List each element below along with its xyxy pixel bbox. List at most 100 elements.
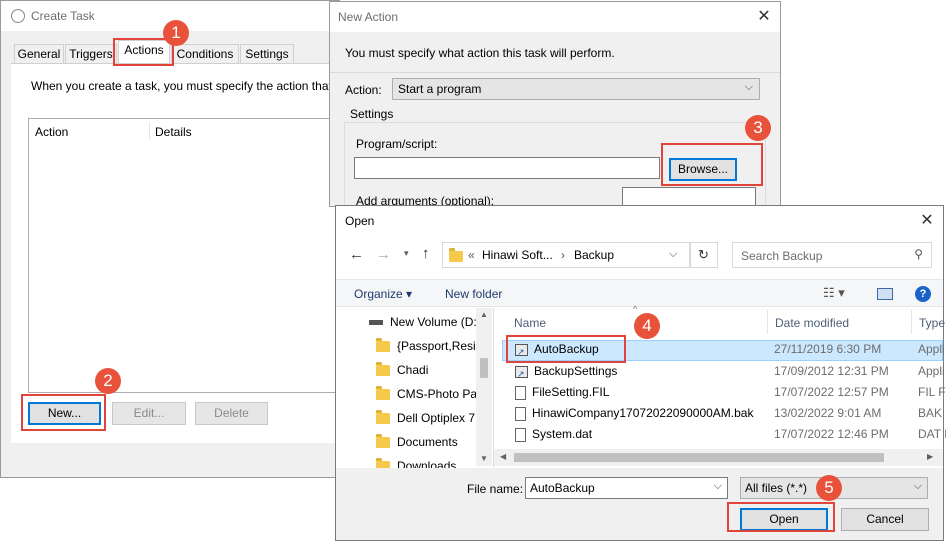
edit-button[interactable]: Edit... <box>112 402 186 425</box>
up-arrow-icon[interactable]: ↑ <box>422 245 430 262</box>
folder-icon <box>376 434 390 449</box>
open-dialog-title: Open <box>345 214 375 228</box>
column-type[interactable]: Type <box>919 316 945 330</box>
filename-label: File name: <box>467 482 524 496</box>
step-marker-1: 1 <box>163 20 189 46</box>
address-bar[interactable]: « Hinawi Soft... › Backup ⌵ <box>442 242 690 268</box>
arguments-input[interactable] <box>622 187 756 206</box>
column-name[interactable]: Name <box>514 316 546 330</box>
file-date: 27/11/2019 6:30 PM <box>774 342 882 356</box>
file-icon <box>515 427 526 442</box>
instruction-text: You must specify what action this task w… <box>345 46 615 60</box>
delete-button[interactable]: Delete <box>195 402 268 425</box>
tab-settings[interactable]: Settings <box>240 44 294 64</box>
tree-item-label: Dell Optiplex 7 <box>397 411 476 425</box>
folder-icon <box>376 386 390 401</box>
tree-item-chadi[interactable]: Chadi <box>376 360 428 380</box>
scroll-left-icon[interactable]: ◀ <box>500 452 506 461</box>
breadcrumb-part1[interactable]: Hinawi Soft... <box>482 248 553 262</box>
step-marker-3: 3 <box>745 115 771 141</box>
tab-general[interactable]: General <box>14 44 64 64</box>
refresh-button[interactable]: ↻ <box>690 242 718 268</box>
action-select-value: Start a program <box>398 82 482 96</box>
organize-button[interactable]: Organize ▾ <box>354 287 412 301</box>
scrollbar-thumb[interactable] <box>514 453 884 462</box>
actions-list[interactable]: Action Details <box>28 118 341 393</box>
tree-item-label: Chadi <box>397 363 429 377</box>
column-date[interactable]: Date modified <box>775 316 849 330</box>
file-type: FIL Fi <box>918 385 946 399</box>
tree-item-label: CMS-Photo Pa <box>397 387 478 401</box>
tree-item-downloads[interactable]: Downloads <box>376 456 456 468</box>
chevron-down-icon[interactable]: ⌵ <box>714 480 722 493</box>
back-arrow-icon[interactable]: ← <box>349 246 364 263</box>
search-placeholder: Search Backup <box>741 249 823 263</box>
new-folder-button[interactable]: New folder <box>445 287 502 301</box>
file-name: FileSetting.FIL <box>532 385 610 399</box>
list-item-system-dat[interactable]: System.dat 17/07/2022 12:46 PM DAT F <box>505 424 946 445</box>
tree-item-label: Documents <box>397 435 458 449</box>
help-icon[interactable]: ? <box>915 286 931 302</box>
action-label: Action: <box>345 83 382 97</box>
file-type: Appli <box>918 342 945 356</box>
cancel-button[interactable]: Cancel <box>841 508 929 531</box>
tree-scrollbar[interactable]: ▲ ▼ <box>476 308 492 466</box>
tab-conditions[interactable]: Conditions <box>171 44 239 64</box>
file-date: 17/07/2022 12:46 PM <box>774 427 889 441</box>
new-action-titlebar: New Action ✕ <box>330 2 780 32</box>
folder-icon <box>376 410 390 425</box>
actions-tab-highlight <box>113 38 174 66</box>
view-options-icon[interactable]: ☷ ▾ <box>823 285 845 301</box>
list-item-hinawicompany[interactable]: HinawiCompany17072022090000AM.bak 13/02/… <box>505 403 946 424</box>
breadcrumb-prefix: « <box>468 248 475 262</box>
tree-item-passport[interactable]: {Passport,Resic <box>376 336 482 356</box>
search-icon: ⚲ <box>914 247 923 261</box>
open-dialog-titlebar: Open ✕ <box>336 206 943 236</box>
folder-icon <box>376 362 390 377</box>
list-item-filesetting[interactable]: FileSetting.FIL 17/07/2022 12:57 PM FIL … <box>505 382 946 403</box>
close-icon[interactable]: ✕ <box>917 211 937 231</box>
chevron-down-icon: ⌵ <box>744 81 753 93</box>
filetype-value: All files (*.*) <box>745 481 808 495</box>
chevron-down-icon: ⌵ <box>913 480 922 492</box>
files-hscrollbar[interactable]: ◀ ▶ <box>494 449 943 466</box>
nav-tree[interactable]: New Volume (D: {Passport,Resic Chadi CMS… <box>336 308 492 468</box>
forward-arrow-icon[interactable]: → <box>376 246 391 263</box>
autobackup-highlight <box>506 335 626 363</box>
new-button-highlight <box>21 394 106 431</box>
scrollbar-thumb[interactable] <box>480 358 488 378</box>
refresh-icon: ↻ <box>698 247 709 262</box>
tree-item-label: Downloads <box>397 459 457 468</box>
search-box[interactable]: Search Backup ⚲ <box>732 242 932 268</box>
tree-item-dell-optiplex[interactable]: Dell Optiplex 7 <box>376 408 475 428</box>
file-date: 17/09/2012 12:31 PM <box>774 364 889 378</box>
new-action-title: New Action <box>338 10 399 24</box>
column-action[interactable]: Action <box>35 125 150 139</box>
file-name: HinawiCompany17072022090000AM.bak <box>532 406 754 420</box>
scroll-up-icon[interactable]: ▲ <box>480 310 488 319</box>
tab-triggers[interactable]: Triggers <box>65 44 117 64</box>
close-icon[interactable]: ✕ <box>754 7 774 27</box>
breadcrumb-part2[interactable]: Backup <box>574 248 614 262</box>
list-item-backupsettings[interactable]: BackupSettings 17/09/2012 12:31 PM Appli <box>505 361 945 385</box>
tree-item-new-volume[interactable]: New Volume (D: <box>369 312 477 332</box>
scroll-right-icon[interactable]: ▶ <box>927 452 933 461</box>
tree-item-documents[interactable]: Documents <box>376 432 458 452</box>
shortcut-icon <box>515 364 528 385</box>
actions-description: When you create a task, you must specify… <box>31 79 332 93</box>
tree-item-cms-photo[interactable]: CMS-Photo Pa <box>376 384 477 404</box>
file-date: 13/02/2022 9:01 AM <box>774 406 882 420</box>
program-input[interactable] <box>354 157 660 179</box>
tree-item-label: New Volume (D: <box>390 315 477 329</box>
action-select[interactable]: Start a program ⌵ <box>392 78 760 100</box>
scroll-down-icon[interactable]: ▼ <box>480 454 488 463</box>
preview-pane-icon[interactable] <box>877 288 893 300</box>
column-details[interactable]: Details <box>155 125 192 139</box>
column-divider <box>767 310 768 334</box>
folder-icon <box>376 458 390 468</box>
recent-chevron-icon[interactable]: ▾ <box>404 248 409 259</box>
clock-icon <box>11 9 25 23</box>
tree-item-label: {Passport,Resic <box>397 339 482 353</box>
address-dropdown-icon[interactable]: ⌵ <box>669 248 677 261</box>
filename-input[interactable]: AutoBackup ⌵ <box>525 477 728 499</box>
